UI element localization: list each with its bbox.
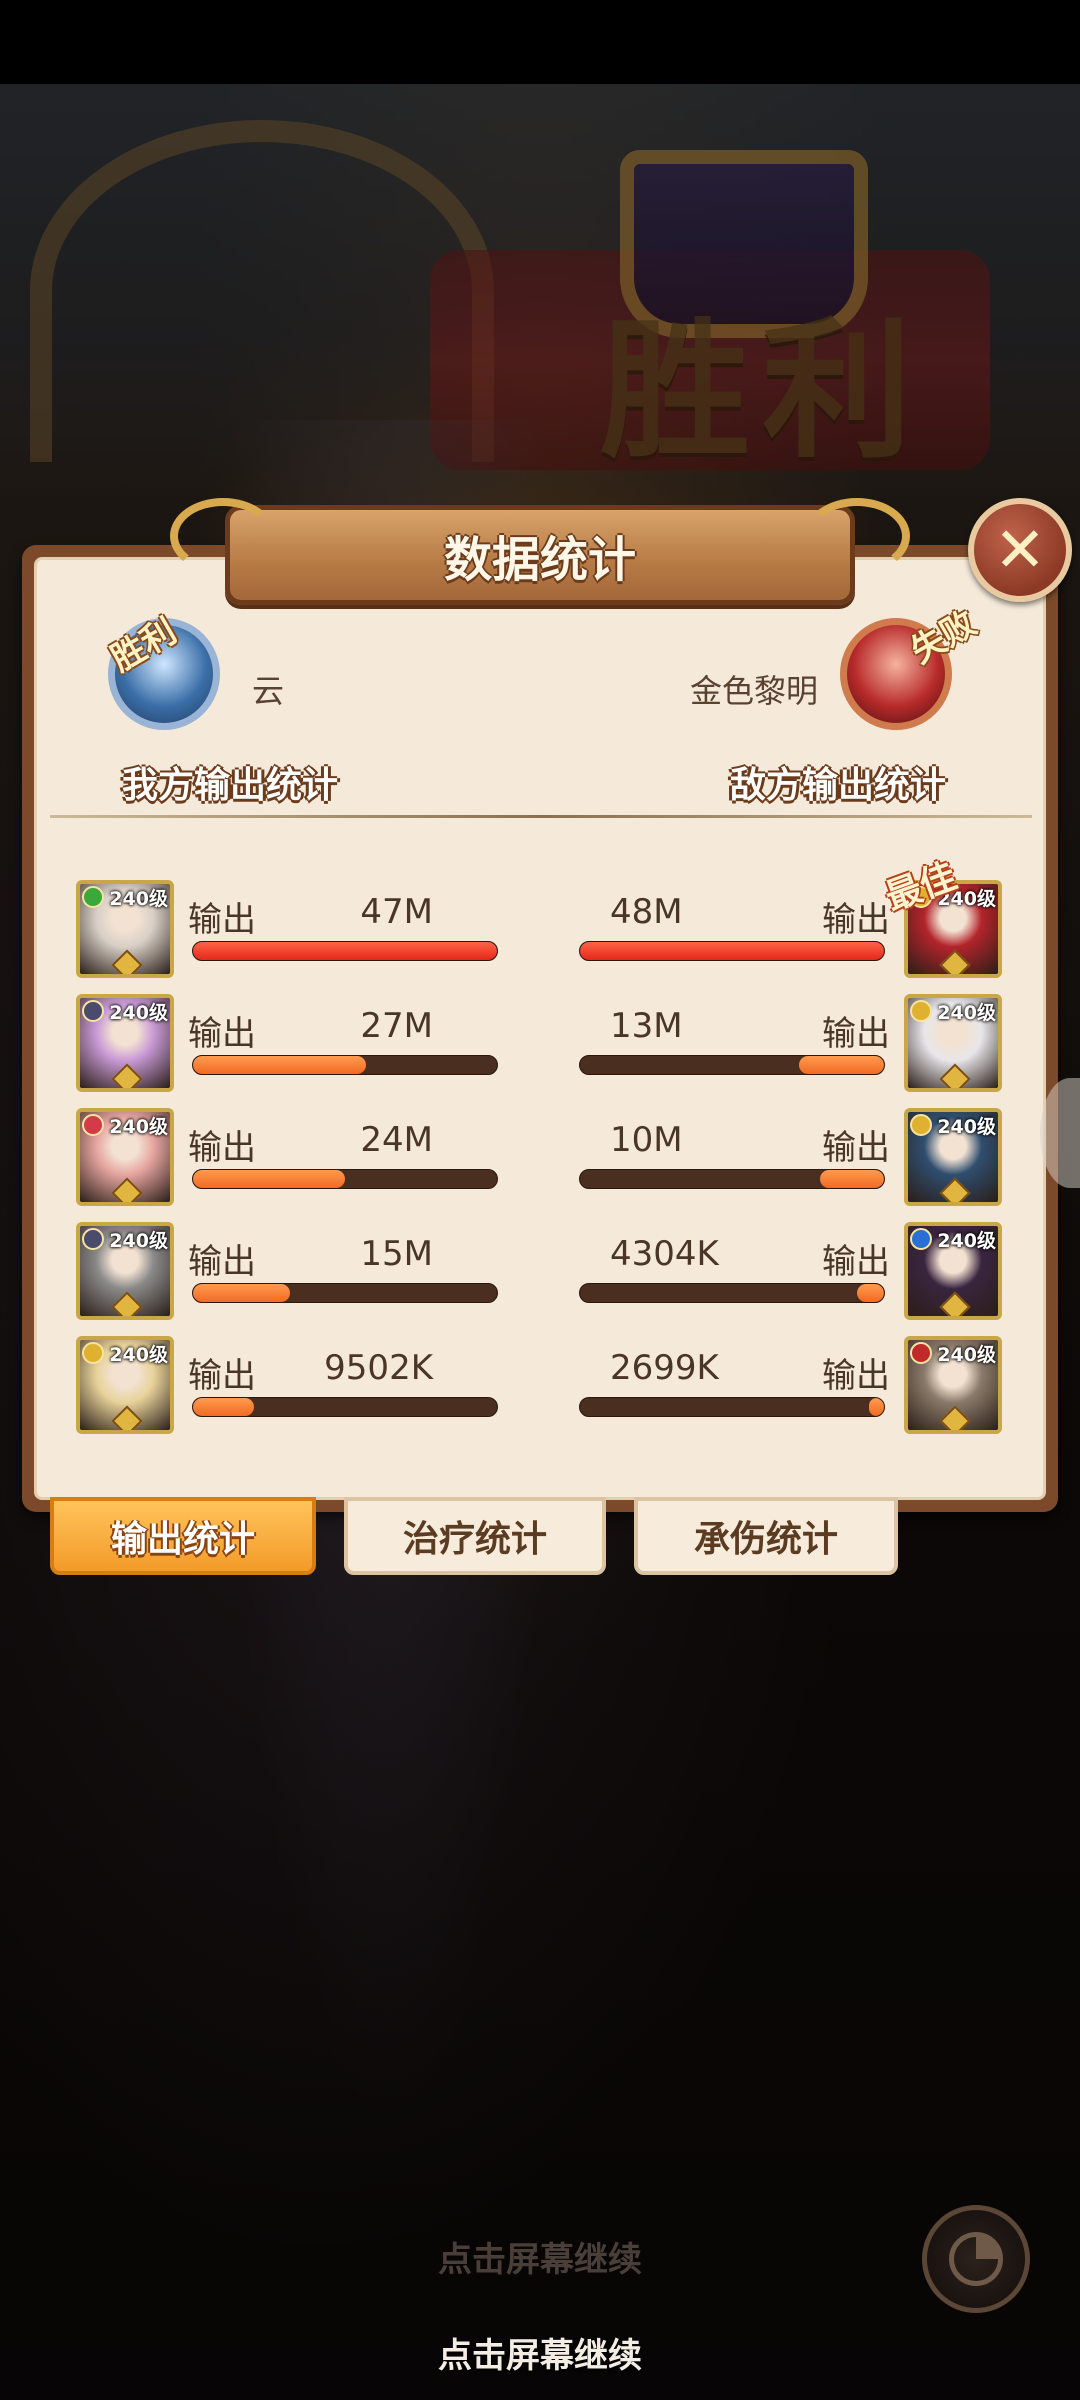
output-label: 输出 — [822, 1014, 890, 1054]
output-label: 输出 — [822, 1356, 890, 1396]
tab-output-stats[interactable]: 输出统计 — [50, 1497, 316, 1575]
output-bar — [192, 1055, 498, 1075]
stats-chart-button[interactable] — [922, 2205, 1030, 2313]
panel-title-plaque: 数据统计 — [170, 498, 910, 605]
output-bar — [579, 1397, 885, 1417]
star-rank-icon — [111, 1405, 143, 1430]
element-icon — [82, 1114, 104, 1136]
output-value: 4304K — [610, 1234, 719, 1274]
right-hero-portrait[interactable]: 240级 — [904, 1336, 1002, 1434]
output-value: 27M — [360, 1006, 433, 1046]
continue-hint-faded: 点击屏幕继续 — [438, 2240, 642, 2280]
output-value: 48M — [610, 892, 683, 932]
output-label: 输出 — [188, 1014, 256, 1054]
tab-healing-stats[interactable]: 治疗统计 — [344, 1497, 606, 1575]
output-label: 输出 — [822, 1242, 890, 1282]
output-value: 15M — [360, 1234, 433, 1274]
output-bar — [192, 1283, 498, 1303]
element-icon — [910, 1228, 932, 1250]
output-bar-fill — [193, 1170, 345, 1188]
star-rank-icon — [939, 1063, 971, 1088]
hero-level: 240级 — [937, 1116, 996, 1138]
enemy-player-name: 金色黎明 — [690, 672, 819, 710]
star-rank-icon — [111, 1291, 143, 1316]
output-bar — [192, 941, 498, 961]
element-icon — [910, 1000, 932, 1022]
right-hero-portrait[interactable]: 240级 — [904, 994, 1002, 1092]
output-bar-fill — [193, 1398, 254, 1416]
element-icon — [82, 1228, 104, 1250]
output-bar-fill — [193, 1056, 367, 1074]
hero-level: 240级 — [937, 1344, 996, 1366]
output-value: 13M — [610, 1006, 683, 1046]
star-rank-icon — [939, 1291, 971, 1316]
star-rank-icon — [111, 949, 143, 974]
output-bar — [192, 1169, 498, 1189]
element-icon — [910, 1342, 932, 1364]
hero-level: 240级 — [109, 1344, 168, 1366]
pie-chart-icon — [949, 2232, 1003, 2286]
left-hero-portrait[interactable]: 240级 — [76, 1336, 174, 1434]
output-value: 47M — [360, 892, 433, 932]
output-label: 输出 — [188, 900, 256, 940]
element-icon — [82, 1342, 104, 1364]
star-rank-icon — [939, 949, 971, 974]
left-hero-portrait[interactable]: 240级 — [76, 1108, 174, 1206]
hero-level: 240级 — [109, 1002, 168, 1024]
output-bar — [579, 1055, 885, 1075]
output-value: 24M — [360, 1120, 433, 1160]
output-bar-fill — [820, 1170, 884, 1188]
output-bar — [579, 1283, 885, 1303]
star-rank-icon — [111, 1177, 143, 1202]
output-label: 输出 — [822, 1128, 890, 1168]
right-hero-portrait[interactable]: 240级 — [904, 1222, 1002, 1320]
element-icon — [82, 1000, 104, 1022]
output-bar-fill — [193, 942, 497, 960]
left-hero-portrait[interactable]: 240级 — [76, 880, 174, 978]
output-label: 输出 — [188, 1128, 256, 1168]
close-icon: ✕ — [994, 513, 1046, 586]
output-bar — [579, 1169, 885, 1189]
hero-level: 240级 — [937, 1002, 996, 1024]
tab-damage-taken-stats[interactable]: 承伤统计 — [634, 1497, 898, 1575]
output-label: 输出 — [188, 1356, 256, 1396]
star-rank-icon — [939, 1405, 971, 1430]
hero-level: 240级 — [109, 1230, 168, 1252]
output-label: 输出 — [822, 900, 890, 940]
output-bar — [579, 941, 885, 961]
output-value: 10M — [610, 1120, 683, 1160]
tap-to-continue-text[interactable]: 点击屏幕继续 — [0, 2328, 1080, 2377]
left-hero-portrait[interactable]: 240级 — [76, 1222, 174, 1320]
output-value: 2699K — [610, 1348, 719, 1388]
output-bar — [192, 1397, 498, 1417]
output-bar-fill — [193, 1284, 291, 1302]
output-bar-fill — [798, 1056, 884, 1074]
output-value: 9502K — [324, 1348, 433, 1388]
star-rank-icon — [111, 1063, 143, 1088]
star-rank-icon — [939, 1177, 971, 1202]
element-icon — [82, 886, 104, 908]
element-icon — [910, 1114, 932, 1136]
close-button[interactable]: ✕ — [968, 498, 1072, 602]
panel-title: 数据统计 — [443, 532, 636, 588]
hero-level: 240级 — [109, 1116, 168, 1138]
output-bar-fill — [856, 1284, 884, 1302]
right-hero-portrait[interactable]: 240级 — [904, 1108, 1002, 1206]
output-bar-fill — [868, 1398, 884, 1416]
left-hero-portrait[interactable]: 240级 — [76, 994, 174, 1092]
hero-level: 240级 — [109, 888, 168, 910]
output-bar-fill — [580, 942, 884, 960]
header-divider — [50, 815, 1032, 818]
ally-output-stats-label: 我方输出统计 — [122, 765, 339, 806]
hero-level: 240级 — [937, 1230, 996, 1252]
ally-player-name: 云 — [252, 672, 285, 710]
enemy-output-stats-label: 敌方输出统计 — [730, 765, 947, 806]
output-label: 输出 — [188, 1242, 256, 1282]
